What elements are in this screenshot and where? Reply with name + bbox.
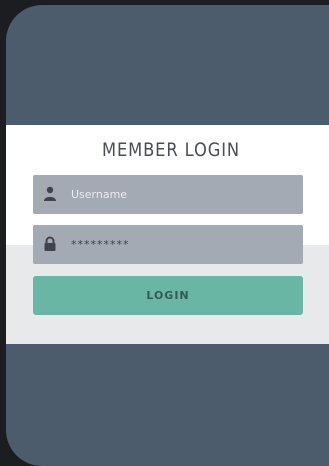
username-field[interactable]: Username — [33, 175, 303, 214]
page-title: MEMBER LOGIN — [101, 139, 241, 161]
lock-icon — [44, 236, 56, 251]
user-icon — [44, 186, 56, 201]
password-value: ********* — [71, 238, 130, 251]
login-button[interactable]: LOGIN — [33, 276, 303, 315]
username-placeholder: Username — [71, 188, 128, 201]
password-field[interactable]: ********* — [33, 225, 303, 264]
